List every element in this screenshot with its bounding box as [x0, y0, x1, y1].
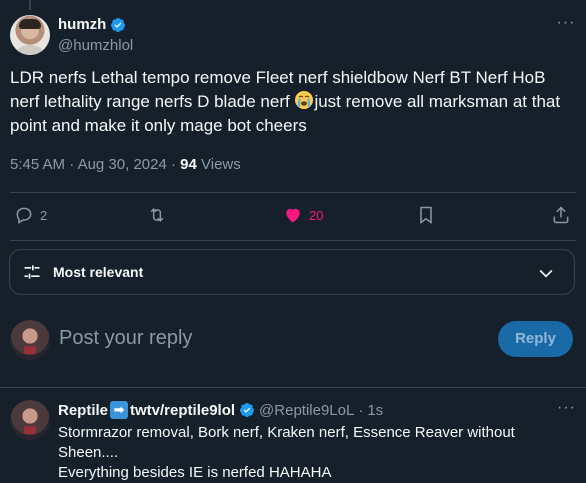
reply-header: Reptile ➡ twtv/reptile9lol @Reptile9LoL … — [58, 401, 383, 419]
sort-label: Most relevant — [53, 264, 144, 280]
tweet-text: LDR nerfs Lethal tempo remove Fleet nerf… — [10, 66, 570, 138]
retweet-icon — [150, 208, 164, 222]
verified-badge-icon — [240, 403, 255, 417]
tweet-detail-page: humzh @humzhlol ··· LDR nerfs Lethal tem… — [0, 0, 586, 483]
divider — [10, 240, 576, 241]
reply-text: Stormrazor removal, Bork nerf, Kraken ne… — [58, 423, 538, 483]
author-display-name[interactable]: humzh — [58, 16, 106, 33]
views-label: Views — [201, 156, 241, 173]
more-options-icon[interactable]: ··· — [556, 15, 576, 36]
thread-connector-line — [29, 0, 31, 10]
reply-time[interactable]: 1s — [367, 402, 383, 419]
author-name-row: humzh — [58, 16, 126, 33]
meta-separator: · — [170, 156, 176, 173]
tweet-header: humzh @humzhlol ··· — [10, 14, 576, 58]
current-user-avatar[interactable] — [10, 320, 50, 360]
chevron-down-icon — [539, 269, 553, 278]
bookmark-action[interactable] — [416, 205, 436, 225]
author-avatar[interactable] — [10, 15, 50, 55]
reply-author-name[interactable]: Reptile ➡ twtv/reptile9lol — [58, 401, 235, 419]
reply-more-options-icon[interactable]: ··· — [557, 400, 576, 416]
sliders-icon — [24, 265, 40, 279]
views-count: 94 — [180, 156, 197, 173]
bookmark-icon — [420, 206, 432, 224]
reply-sort-dropdown[interactable]: Most relevant — [9, 249, 575, 295]
share-icon — [553, 206, 569, 224]
reply-action[interactable]: 2 — [14, 205, 47, 225]
divider — [10, 192, 576, 193]
reply-input[interactable]: Post your reply — [59, 327, 192, 350]
verified-badge-icon — [111, 17, 126, 32]
reply-text-line: Everything besides IE is nerfed HAHAHA — [58, 464, 332, 481]
like-action[interactable]: 20 — [283, 205, 323, 225]
divider — [0, 387, 586, 388]
reply-author-avatar[interactable] — [10, 400, 50, 440]
tweet-time[interactable]: 5:45 AM — [10, 156, 65, 173]
reply-count: 2 — [40, 207, 48, 223]
share-action[interactable] — [551, 205, 571, 225]
like-count: 20 — [309, 207, 324, 223]
tweet-meta: 5:45 AM · Aug 30, 2024 · 94 Views — [10, 156, 241, 173]
reply-author-name-part1: Reptile — [58, 401, 109, 419]
loudly-crying-face-icon — [295, 91, 314, 109]
action-bar: 2 20 — [10, 200, 576, 234]
heart-filled-icon — [286, 208, 300, 223]
meta-separator: · — [69, 156, 75, 173]
reply-button[interactable]: Reply — [498, 321, 573, 357]
reply-author-name-part2: twtv/reptile9lol — [130, 401, 236, 419]
reply-text-line: Sheen.... — [58, 444, 119, 461]
retweet-action[interactable] — [147, 205, 173, 225]
reply-author-handle[interactable]: @Reptile9LoL — [259, 402, 354, 419]
author-handle[interactable]: @humzhlol — [58, 37, 133, 54]
reply-icon — [16, 207, 32, 224]
reply-separator: · — [358, 401, 364, 419]
tweet-date[interactable]: Aug 30, 2024 — [78, 156, 167, 173]
reply-text-line: Stormrazor removal, Bork nerf, Kraken ne… — [58, 424, 515, 441]
right-arrow-icon: ➡ — [110, 401, 129, 419]
